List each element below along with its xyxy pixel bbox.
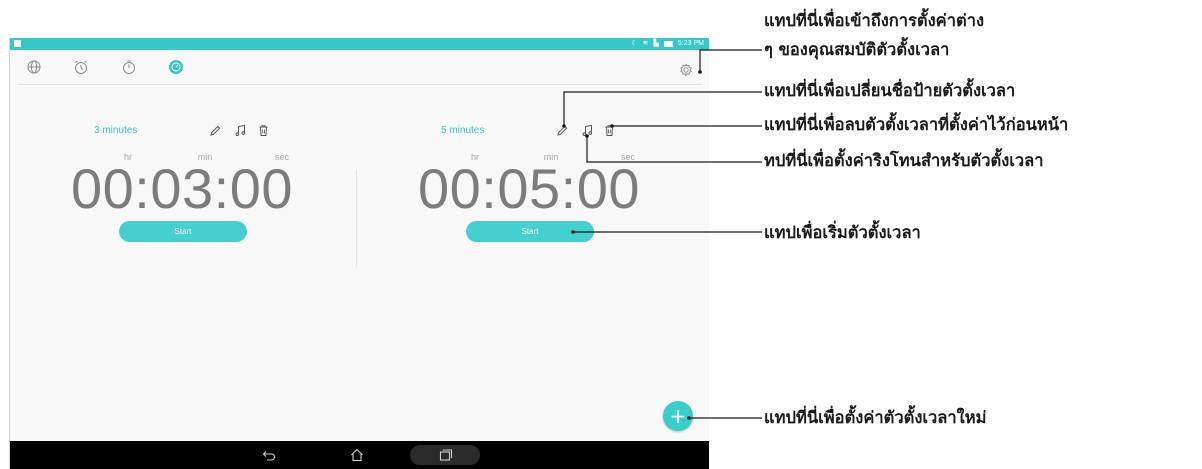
- ringtone-callout-line: [586, 136, 762, 163]
- start-annotation: แทปเพื่อเริ่มตัวตั้งเวลา: [764, 223, 921, 242]
- settings-annotation-line-2: ๆ ของคุณสมบัติตัวตั้งเวลา: [764, 40, 950, 59]
- ringtone-annotation: ทปที่นี่เพื่อตั้งค่าริงโทนสำหรับตัวตั้งเ…: [764, 151, 1044, 170]
- callout-lines: [562, 49, 762, 420]
- delete-annotation: แทปที่นี่เพื่อลบตัวตั้งเวลาที่ตั้งค่าไว้…: [764, 115, 1069, 134]
- rename-annotation: แทปที่นี่เพื่อเปลี่ยนชื่อป้ายตัวตั้งเวลา: [764, 81, 1016, 100]
- start-callout-dot: [571, 230, 575, 234]
- rename-callout-dot: [562, 124, 566, 128]
- rename-callout-line: [563, 91, 762, 126]
- settings-callout-dot: [698, 70, 702, 74]
- new-timer-callout-dot: [687, 416, 691, 420]
- settings-annotation-line-1: แทปที่นี่เพื่อเข้าถึงการตั้งค่าต่าง: [764, 11, 985, 30]
- settings-callout-line: [699, 49, 762, 72]
- ringtone-callout-dot: [585, 134, 589, 138]
- delete-callout-dot: [610, 124, 614, 128]
- new-timer-annotation: แทปที่นี่เพื่อตั้งค่าตัวตั้งเวลาใหม่: [764, 408, 987, 427]
